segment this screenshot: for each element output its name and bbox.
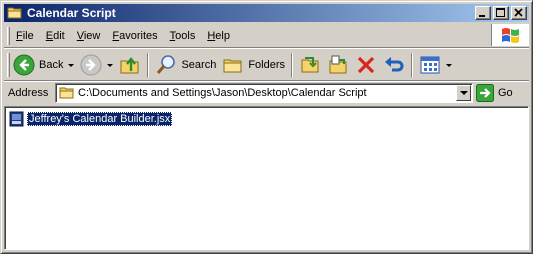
- toolbar-separator: [147, 53, 150, 77]
- copy-to-icon: [329, 55, 347, 74]
- folders-icon: [223, 59, 242, 73]
- back-dropdown-icon[interactable]: [68, 63, 75, 67]
- back-label: Back: [39, 59, 64, 71]
- explorer-window: Calendar Script File Edit View Favorites…: [0, 0, 533, 254]
- script-file-icon: [9, 111, 24, 127]
- toolbar-separator: [411, 53, 414, 77]
- file-name[interactable]: Jeffrey's Calendar Builder.jsx: [27, 112, 173, 126]
- window-controls: [475, 6, 527, 20]
- menu-bar: File Edit View Favorites Tools Help: [4, 24, 529, 48]
- folder-icon: [7, 6, 23, 20]
- views-button[interactable]: [416, 52, 455, 78]
- maximize-icon: [496, 8, 505, 17]
- menu-favorites[interactable]: Favorites: [106, 28, 163, 44]
- window-title: Calendar Script: [27, 6, 116, 20]
- go-label: Go: [498, 87, 513, 99]
- move-to-button[interactable]: [296, 52, 324, 78]
- close-button[interactable]: [511, 6, 527, 20]
- windows-flag-icon: [501, 28, 519, 43]
- address-path[interactable]: C:\Documents and Settings\Jason\Desktop\…: [78, 87, 367, 99]
- search-icon: [157, 55, 176, 74]
- forward-button[interactable]: [77, 52, 116, 78]
- toolbar-separator: [291, 53, 294, 77]
- menu-view[interactable]: View: [71, 28, 107, 44]
- close-icon: [514, 8, 523, 17]
- views-icon: [420, 56, 440, 74]
- file-item[interactable]: Jeffrey's Calendar Builder.jsx: [9, 111, 173, 127]
- title-bar[interactable]: Calendar Script: [4, 4, 529, 22]
- move-to-icon: [301, 57, 319, 73]
- copy-to-button[interactable]: [324, 52, 352, 78]
- views-dropdown-icon[interactable]: [446, 63, 453, 67]
- back-arrow-icon: [13, 54, 35, 76]
- minimize-icon: [479, 15, 485, 17]
- undo-icon: [385, 57, 404, 72]
- forward-arrow-icon: [80, 54, 102, 76]
- search-label: Search: [181, 59, 217, 71]
- menu-edit[interactable]: Edit: [40, 28, 71, 44]
- folder-icon: [59, 87, 74, 99]
- up-folder-button[interactable]: [116, 52, 144, 78]
- address-bar: Address C:\Documents and Settings\Jason\…: [4, 82, 529, 104]
- minimize-button[interactable]: [475, 6, 491, 20]
- delete-x-icon: [357, 56, 375, 74]
- go-button[interactable]: Go: [476, 83, 513, 103]
- back-button[interactable]: Back: [10, 52, 77, 78]
- windows-logo: [491, 24, 529, 46]
- menu-tools[interactable]: Tools: [164, 28, 202, 44]
- address-dropdown-button[interactable]: [456, 85, 471, 101]
- address-label: Address: [8, 87, 49, 99]
- standard-toolbar: Back Search Folders: [4, 50, 529, 81]
- folders-label: Folders: [248, 59, 286, 71]
- up-folder-icon: [120, 57, 139, 74]
- undo-button[interactable]: [380, 52, 408, 78]
- menu-help[interactable]: Help: [201, 28, 236, 44]
- go-arrow-icon: [476, 84, 494, 102]
- delete-button[interactable]: [352, 52, 380, 78]
- address-field[interactable]: C:\Documents and Settings\Jason\Desktop\…: [55, 83, 473, 103]
- menu-file[interactable]: File: [10, 28, 40, 44]
- forward-dropdown-icon[interactable]: [107, 63, 114, 67]
- search-button[interactable]: Search: [152, 52, 219, 78]
- maximize-button[interactable]: [493, 6, 509, 20]
- folders-button[interactable]: Folders: [219, 52, 288, 78]
- file-list-pane[interactable]: Jeffrey's Calendar Builder.jsx: [4, 106, 529, 250]
- chevron-down-icon: [459, 90, 468, 95]
